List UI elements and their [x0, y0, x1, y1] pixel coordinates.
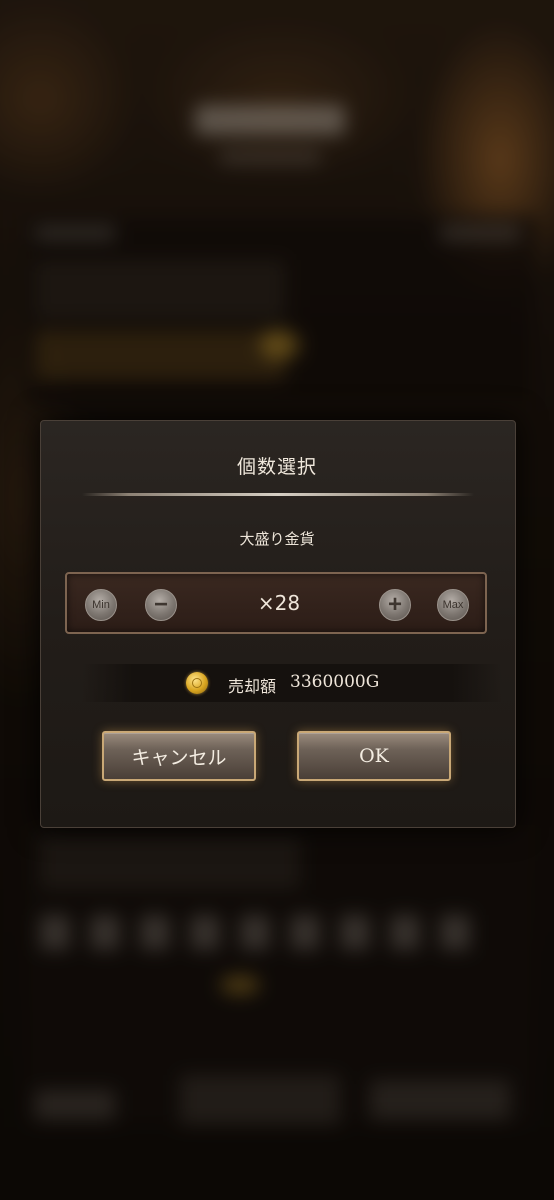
quantity-stepper: Min − ×28 + Max — [65, 572, 487, 634]
increment-button[interactable]: + — [379, 589, 411, 621]
title-divider — [82, 493, 474, 496]
min-button[interactable]: Min — [85, 589, 117, 621]
quantity-value: ×28 — [257, 591, 301, 615]
dialog-title: 個数選択 — [236, 456, 317, 478]
cancel-button[interactable]: キャンセル — [102, 731, 256, 781]
item-name: 大盛り金貨 — [239, 530, 315, 548]
sale-price-value: 3360000G — [290, 672, 380, 692]
gold-coin-icon — [186, 672, 208, 694]
decrement-button[interactable]: − — [145, 589, 177, 621]
max-button[interactable]: Max — [437, 589, 469, 621]
screen: 個数選択 大盛り金貨 Min − ×28 + Max 売却額 3360000G … — [0, 0, 554, 1200]
sale-price-label: 売却額 — [228, 677, 277, 696]
ok-button[interactable]: OK — [297, 731, 451, 781]
